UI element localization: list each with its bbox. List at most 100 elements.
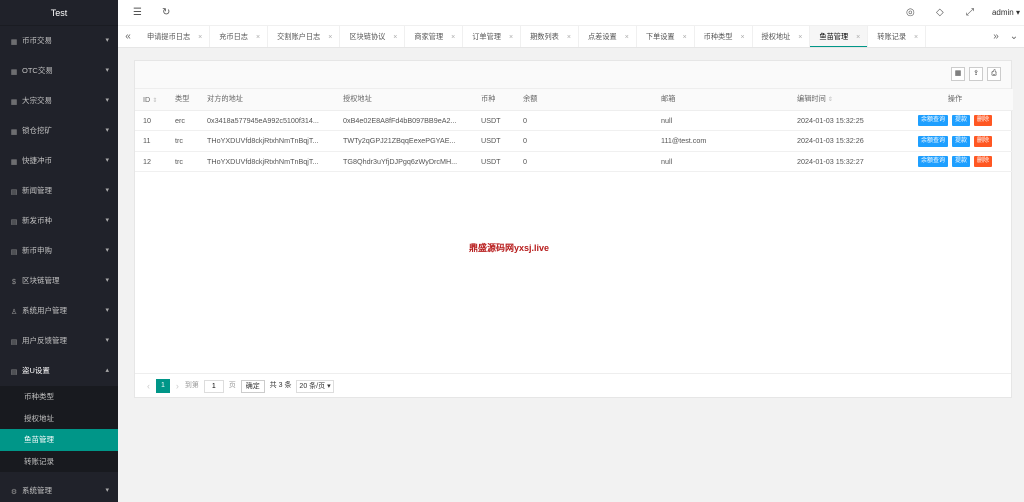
col-header-actions: 操作 — [897, 89, 1013, 111]
cell-id: 12 — [135, 151, 167, 172]
sidebar-item[interactable]: ▦ 大宗交易 ▾ — [0, 86, 118, 116]
col-header-auth: 授权地址 — [335, 89, 473, 111]
watermark-text: 鼎盛源码网yxsj.live — [469, 243, 550, 253]
user-icon: ♙ — [10, 309, 18, 316]
close-icon[interactable]: × — [328, 34, 332, 41]
close-icon[interactable]: × — [625, 34, 629, 41]
total-count: 共 3 条 — [269, 382, 292, 389]
cell-auth-address: TWTy2qGPJ21ZBqqEexePGYAE... — [335, 130, 473, 152]
tab[interactable]: 申请提币日志 × — [138, 26, 211, 47]
sidebar-subitem[interactable]: 转账记录 — [0, 450, 118, 472]
col-header-id[interactable]: ID ⇕ — [135, 89, 167, 111]
tab[interactable]: 交割账户日志 × — [268, 26, 341, 47]
withdraw-button[interactable]: 提款 — [951, 115, 970, 127]
chevron-down-icon: ▾ — [105, 97, 109, 104]
tab[interactable]: 转账记录 × — [868, 26, 927, 47]
delete-button[interactable]: 删除 — [974, 156, 993, 168]
tag-icon[interactable]: ◇ — [936, 0, 944, 26]
close-icon[interactable]: × — [798, 34, 802, 41]
sidebar-item[interactable]: ▦ OTC交易 ▾ — [0, 56, 118, 86]
close-icon[interactable]: × — [509, 34, 513, 41]
tabs-bar: « 申请提币日志 × 充币日志 × 交割账户日志 × 区块链协议 × 商家管理 × 订单管理 × 期数列… — [118, 26, 1024, 48]
sidebar-item[interactable]: ▤ 新发币种 ▾ — [0, 206, 118, 236]
close-icon[interactable]: × — [856, 34, 860, 41]
close-icon[interactable]: × — [567, 34, 571, 41]
tab[interactable]: 点差设置 × — [579, 26, 637, 47]
cell-email: 111@test.com — [653, 130, 789, 152]
sidebar-item[interactable]: $ 区块链管理 ▾ — [0, 266, 118, 296]
close-icon[interactable]: × — [740, 34, 744, 41]
tabs-scroll-left-icon[interactable]: « — [118, 26, 138, 47]
grid-icon: ▦ — [10, 39, 18, 46]
close-icon[interactable]: × — [198, 34, 202, 41]
goto-page-input[interactable] — [203, 379, 224, 393]
tab[interactable]: 商家管理 × — [405, 26, 464, 47]
sidebar-group-open[interactable]: ▤ 盗U设置 ▴ — [0, 356, 118, 386]
sidebar-subitem[interactable]: 授权地址 — [0, 407, 118, 429]
cell-actions: 余额查询 提款 删除 — [897, 130, 1013, 152]
balance-query-button[interactable]: 余额查询 — [917, 135, 948, 147]
sidebar-item[interactable]: ▦ 锁仓挖矿 ▾ — [0, 116, 118, 146]
tab[interactable]: 期数列表 × — [521, 26, 579, 47]
tab-label: 商家管理 — [414, 32, 444, 41]
close-icon[interactable]: × — [451, 34, 455, 41]
tab-label: 点差设置 — [587, 32, 617, 41]
sidebar-subitem[interactable]: 鱼苗管理 — [0, 429, 118, 451]
sidebar: Test ▦ 币币交易 ▾ ▦ OTC交易 ▾ ▦ 大宗交易 ▾ ▦ 锁仓挖矿 ▾ ▦ 快捷冲币 ▾ ▤ 新闻管… — [0, 0, 118, 502]
sidebar-item-label: 盗U设置 — [22, 366, 50, 375]
sidebar-item[interactable]: ♙ 系统用户管理 ▾ — [0, 296, 118, 326]
sidebar-subitem[interactable]: 币种类型 — [0, 386, 118, 408]
prev-page-icon[interactable]: ‹ — [147, 374, 150, 398]
tab[interactable]: 区块链协议 × — [340, 26, 406, 47]
close-icon[interactable]: × — [393, 34, 397, 41]
fullscreen-icon[interactable]: ⤢ — [966, 0, 974, 26]
withdraw-button[interactable]: 提款 — [951, 135, 970, 147]
columns-icon[interactable]: ▦ — [951, 67, 965, 81]
sidebar-item[interactable]: ▦ 币币交易 ▾ — [0, 26, 118, 56]
menu-toggle-icon[interactable]: ☰ — [133, 0, 142, 26]
dollar-icon: $ — [12, 279, 16, 286]
refresh-icon[interactable]: ↻ — [162, 0, 170, 26]
balance-query-button[interactable]: 余额查询 — [917, 115, 948, 127]
grid-icon: ▦ — [10, 129, 18, 136]
cell-balance: 0 — [515, 110, 653, 131]
cell-type: erc — [167, 110, 199, 131]
page-current[interactable]: 1 — [155, 379, 170, 393]
sidebar-item[interactable]: ⚙ 系统管理 ▾ — [0, 476, 118, 502]
user-menu[interactable]: admin ▾ — [992, 0, 1020, 26]
theme-icon[interactable]: ◎ — [906, 0, 915, 26]
print-icon[interactable]: ⎙ — [987, 67, 1001, 81]
sidebar-item[interactable]: ▤ 新闻管理 ▾ — [0, 176, 118, 206]
delete-button[interactable]: 删除 — [974, 135, 993, 147]
tab[interactable]: 鱼苗管理 × — [810, 26, 869, 47]
delete-button[interactable]: 删除 — [974, 115, 993, 127]
col-header-time[interactable]: 编辑时间 ⇕ — [789, 89, 897, 111]
cell-id: 10 — [135, 110, 167, 131]
export-icon[interactable]: ⇪ — [969, 67, 983, 81]
close-icon[interactable]: × — [683, 34, 687, 41]
next-page-icon[interactable]: › — [176, 374, 179, 398]
tab[interactable]: 下单设置 × — [637, 26, 695, 47]
sidebar-item[interactable]: ▤ 新币申购 ▾ — [0, 236, 118, 266]
chevron-down-icon: ▾ — [105, 67, 109, 74]
tab[interactable]: 授权地址 × — [753, 26, 811, 47]
cell-email: null — [653, 151, 789, 172]
close-icon[interactable]: × — [914, 34, 918, 41]
per-page-select[interactable]: 20 条/页 ▾ — [296, 379, 334, 393]
close-icon[interactable]: × — [256, 34, 260, 41]
sidebar-item-label: 系统管理 — [22, 486, 52, 495]
tab[interactable]: 充币日志 × — [210, 26, 269, 47]
tab[interactable]: 订单管理 × — [463, 26, 522, 47]
withdraw-button[interactable]: 提款 — [951, 156, 970, 168]
chevron-down-icon: ▾ — [105, 127, 109, 134]
sidebar-item[interactable]: ▦ 快捷冲币 ▾ — [0, 146, 118, 176]
grid-icon: ▦ — [10, 159, 18, 166]
goto-confirm-button[interactable]: 确定 — [240, 379, 265, 393]
tabs-scroll-right-icon[interactable]: » — [986, 26, 1006, 47]
sidebar-item[interactable]: ▤ 用户反馈管理 ▾ — [0, 326, 118, 356]
tabs-menu-chevron-icon[interactable]: ⌄ — [1004, 26, 1024, 47]
tab[interactable]: 币种类型 × — [695, 26, 753, 47]
page-unit: 页 — [228, 382, 236, 389]
content-card: ▦ ⇪ ⎙ ID ⇕ 类型 对方的地址 授权地址 币种 余额 邮箱 编辑时间 ⇕ 操… — [134, 60, 1013, 398]
balance-query-button[interactable]: 余额查询 — [917, 156, 948, 168]
